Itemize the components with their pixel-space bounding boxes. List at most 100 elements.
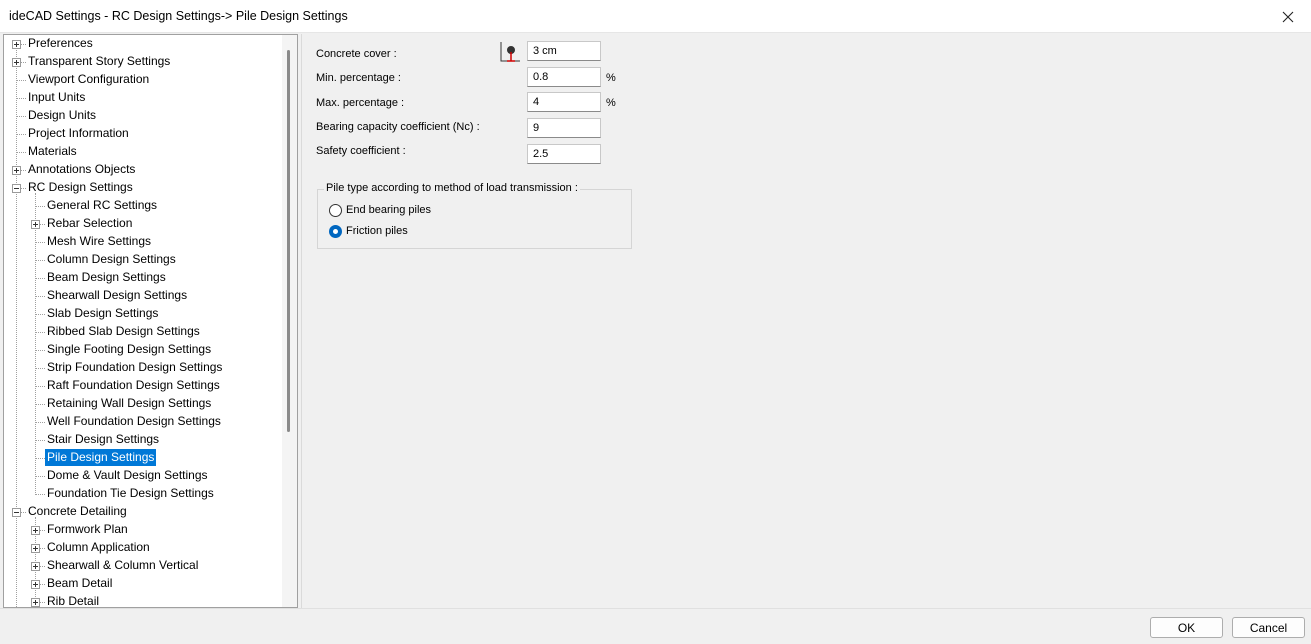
tree-connector: [35, 242, 45, 243]
tree-item-input-units[interactable]: Input Units: [26, 89, 87, 107]
tree-item-concrete-detailing[interactable]: Concrete Detailing: [26, 503, 129, 521]
safety-coefficient-label: Safety coefficient :: [316, 145, 406, 157]
tree-item-label: Beam Design Settings: [47, 270, 166, 284]
tree-item-shearwall-design-settings[interactable]: Shearwall Design Settings: [45, 287, 189, 305]
tree-item-column-application[interactable]: Column Application: [45, 539, 152, 557]
expand-icon[interactable]: [12, 58, 21, 67]
collapse-icon[interactable]: [12, 508, 21, 517]
safety-coefficient-input[interactable]: [527, 144, 601, 164]
tree-item-stair-design-settings[interactable]: Stair Design Settings: [45, 431, 161, 449]
tree-item-formwork-plan[interactable]: Formwork Plan: [45, 521, 130, 539]
end-bearing-piles-option[interactable]: End bearing piles: [329, 202, 431, 218]
collapse-icon[interactable]: [12, 184, 21, 193]
tree-item-rebar-selection[interactable]: Rebar Selection: [45, 215, 134, 233]
tree-connector: [35, 494, 45, 495]
tree-item-label: Mesh Wire Settings: [47, 234, 152, 248]
tree-item-transparent-story-settings[interactable]: Transparent Story Settings: [26, 53, 172, 71]
tree-item-project-information[interactable]: Project Information: [26, 125, 131, 143]
expand-icon[interactable]: [31, 598, 40, 607]
tree-item-label: Dome & Vault Design Settings: [47, 468, 208, 482]
expand-icon[interactable]: [12, 40, 21, 49]
max-percentage-label: Max. percentage :: [316, 97, 405, 109]
tree-item-label: Strip Foundation Design Settings: [47, 360, 223, 374]
concrete-cover-label: Concrete cover :: [316, 48, 397, 60]
tree-item-beam-detail[interactable]: Beam Detail: [45, 575, 114, 593]
tree-item-well-foundation-design-settings[interactable]: Well Foundation Design Settings: [45, 413, 223, 431]
expand-icon[interactable]: [31, 220, 40, 229]
tree-connector: [35, 458, 45, 459]
min-percentage-unit: %: [606, 72, 616, 84]
tree-item-label: Formwork Plan: [47, 522, 128, 536]
expand-icon[interactable]: [31, 526, 40, 535]
tree-item-beam-design-settings[interactable]: Beam Design Settings: [45, 269, 168, 287]
tree-item-label: Preferences: [28, 36, 93, 50]
tree-item-slab-design-settings[interactable]: Slab Design Settings: [45, 305, 160, 323]
tree-item-foundation-tie-design-settings[interactable]: Foundation Tie Design Settings: [45, 485, 216, 503]
tree-item-label: RC Design Settings: [28, 180, 133, 194]
tree-item-viewport-configuration[interactable]: Viewport Configuration: [26, 71, 151, 89]
bearing-coefficient-label: Bearing capacity coefficient (Nc) :: [316, 121, 480, 133]
tree-item-label: Materials: [28, 144, 77, 158]
tree-item-annotations-objects[interactable]: Annotations Objects: [26, 161, 137, 179]
tree-guide-line: [16, 43, 17, 607]
close-button[interactable]: [1265, 0, 1311, 33]
expand-icon[interactable]: [31, 562, 40, 571]
tree-item-raft-foundation-design-settings[interactable]: Raft Foundation Design Settings: [45, 377, 222, 395]
expand-icon[interactable]: [31, 580, 40, 589]
tree-connector: [35, 368, 45, 369]
tree-item-preferences[interactable]: Preferences: [26, 35, 95, 53]
tree-item-design-units[interactable]: Design Units: [26, 107, 98, 125]
min-percentage-input[interactable]: [527, 67, 601, 87]
friction-piles-label: Friction piles: [346, 225, 408, 237]
tree-item-strip-foundation-design-settings[interactable]: Strip Foundation Design Settings: [45, 359, 224, 377]
tree-connector: [35, 440, 45, 441]
tree-item-materials[interactable]: Materials: [26, 143, 79, 161]
tree-item-label: Retaining Wall Design Settings: [47, 396, 212, 410]
tree-item-label: Rib Detail: [47, 594, 100, 608]
tree-connector: [35, 278, 45, 279]
cancel-button[interactable]: Cancel: [1232, 617, 1305, 638]
concrete-cover-input[interactable]: [527, 41, 601, 61]
tree-connector: [35, 296, 45, 297]
pile-type-group: Pile type according to method of load tr…: [317, 182, 632, 249]
tree-item-label: Column Application: [47, 540, 150, 554]
expand-icon[interactable]: [12, 166, 21, 175]
tree-item-mesh-wire-settings[interactable]: Mesh Wire Settings: [45, 233, 153, 251]
tree-connector: [35, 422, 45, 423]
tree-connector: [35, 386, 45, 387]
ok-button[interactable]: OK: [1150, 617, 1223, 638]
settings-tree[interactable]: Preferences Transparent Story Settings Vie…: [3, 34, 298, 608]
tree-item-label: Ribbed Slab Design Settings: [47, 324, 200, 338]
tree-item-pile-design-settings[interactable]: Pile Design Settings: [45, 449, 157, 467]
tree-scrollbar-thumb[interactable]: [287, 50, 290, 432]
tree-item-label: Viewport Configuration: [28, 72, 150, 86]
tree-item-label: Rebar Selection: [47, 216, 133, 230]
concrete-cover-icon: [500, 42, 520, 62]
tree-item-shearwall-and-column-vertical[interactable]: Shearwall & Column Vertical: [45, 557, 200, 575]
close-icon: [1282, 11, 1294, 22]
tree-connector: [35, 314, 45, 315]
expand-icon[interactable]: [31, 544, 40, 553]
title-bar: ideCAD Settings - RC Design Settings-> P…: [0, 0, 1311, 33]
tree-connector: [35, 404, 45, 405]
bearing-coefficient-input[interactable]: [527, 118, 601, 138]
max-percentage-input[interactable]: [527, 92, 601, 112]
tree-item-single-footing-design-settings[interactable]: Single Footing Design Settings: [45, 341, 213, 359]
tree-item-rib-detail[interactable]: Rib Detail: [45, 593, 101, 608]
tree-item-label: Design Units: [28, 108, 97, 122]
tree-item-dome-and-vault-design-settings[interactable]: Dome & Vault Design Settings: [45, 467, 210, 485]
tree-connector: [35, 332, 45, 333]
tree-item-column-design-settings[interactable]: Column Design Settings: [45, 251, 178, 269]
tree-item-ribbed-slab-design-settings[interactable]: Ribbed Slab Design Settings: [45, 323, 202, 341]
tree-item-label: Slab Design Settings: [47, 306, 159, 320]
tree-item-rc-design-settings[interactable]: RC Design Settings: [26, 179, 135, 197]
tree-scrollbar[interactable]: [282, 35, 297, 607]
end-bearing-piles-radio[interactable]: [329, 203, 342, 217]
friction-piles-option[interactable]: Friction piles: [329, 223, 408, 239]
tree-item-label: Foundation Tie Design Settings: [47, 486, 214, 500]
tree-item-general-rc-settings[interactable]: General RC Settings: [45, 197, 159, 215]
friction-piles-radio[interactable]: [329, 224, 342, 238]
tree-connector: [16, 116, 26, 117]
tree-connector: [16, 80, 26, 81]
tree-item-retaining-wall-design-settings[interactable]: Retaining Wall Design Settings: [45, 395, 213, 413]
